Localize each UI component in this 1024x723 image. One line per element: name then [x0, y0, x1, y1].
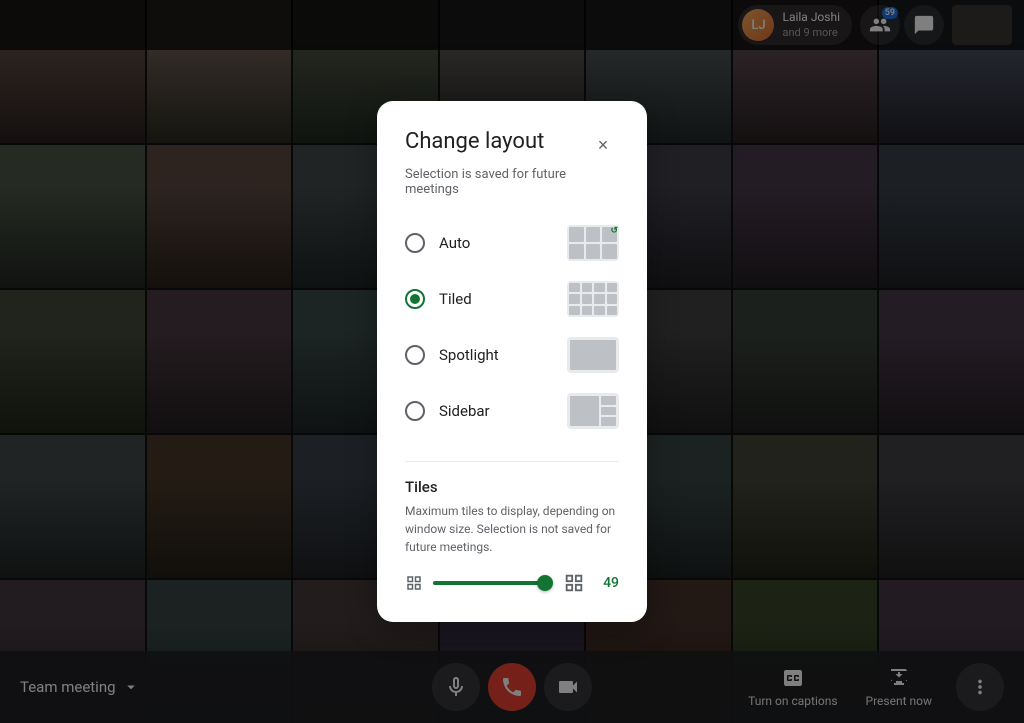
grid-large-icon: [563, 572, 585, 594]
layout-option-auto[interactable]: Auto ↺: [405, 217, 619, 269]
tiles-slider-wrapper[interactable]: [433, 573, 553, 593]
layout-options: Auto ↺ Tiled: [405, 217, 619, 437]
radio-auto: [405, 233, 425, 253]
slider-container: 49: [405, 572, 619, 594]
layout-thumb-auto: ↺: [567, 225, 619, 261]
modal-title: Change layout: [405, 129, 544, 154]
radio-sidebar: [405, 401, 425, 421]
radio-spotlight: [405, 345, 425, 365]
tiles-count: 49: [595, 575, 619, 591]
layout-thumb-spotlight: [567, 337, 619, 373]
radio-tiled: [405, 289, 425, 309]
modal-overlay: Change layout × Selection is saved for f…: [0, 0, 1024, 723]
layout-thumb-sidebar: [567, 393, 619, 429]
layout-option-sidebar[interactable]: Sidebar: [405, 385, 619, 437]
tiles-section: Tiles Maximum tiles to display, dependin…: [405, 461, 619, 594]
layout-tiled-label: Tiled: [439, 290, 472, 308]
modal-subtitle: Selection is saved for future meetings: [405, 167, 619, 197]
layout-spotlight-label: Spotlight: [439, 346, 499, 364]
grid-small-icon: [405, 574, 423, 592]
tiles-title: Tiles: [405, 478, 619, 496]
layout-auto-label: Auto: [439, 234, 470, 252]
layout-option-tiled[interactable]: Tiled: [405, 273, 619, 325]
change-layout-modal: Change layout × Selection is saved for f…: [377, 101, 647, 622]
tiles-subtitle: Maximum tiles to display, depending on w…: [405, 502, 619, 556]
modal-header: Change layout ×: [405, 129, 619, 161]
close-modal-button[interactable]: ×: [587, 129, 619, 161]
layout-sidebar-label: Sidebar: [439, 402, 490, 420]
layout-thumb-tiled: [567, 281, 619, 317]
layout-option-spotlight[interactable]: Spotlight: [405, 329, 619, 381]
